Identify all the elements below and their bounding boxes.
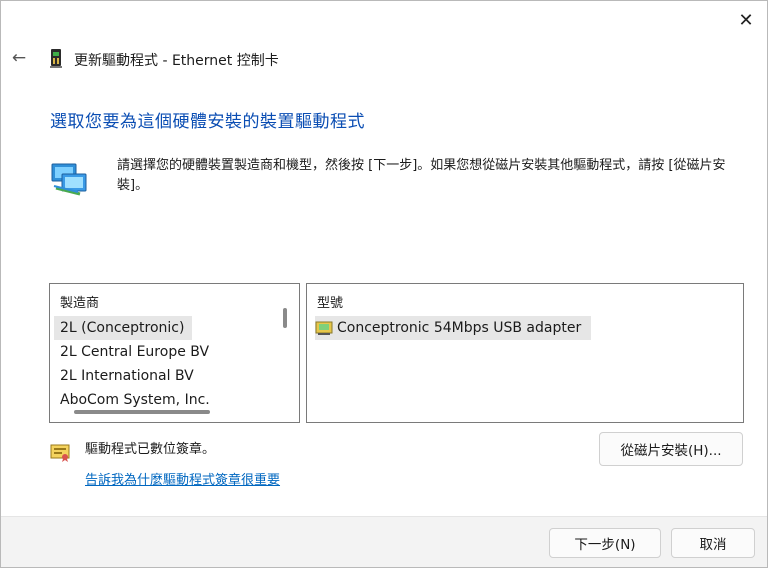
model-item[interactable]: Conceptronic 54Mbps USB adapter (315, 316, 592, 340)
vertical-scrollbar-thumb[interactable] (283, 308, 287, 328)
back-arrow-icon: ← (11, 48, 27, 68)
manufacturer-list-header: 製造商 (60, 296, 100, 311)
next-button[interactable]: 下一步(N) (549, 528, 661, 558)
update-driver-dialog: ✕ ← 更新驅動程式 - Ethernet 控制卡 選取您要為這個硬體安裝的裝置… (0, 0, 768, 568)
close-icon: ✕ (738, 9, 754, 31)
network-computers-icon (51, 163, 87, 196)
instruction-text: 請選擇您的硬體裝置製造商和機型，然後按 [下一步]。如果您想從磁片安裝其他驅動程… (117, 158, 726, 193)
page-heading: 選取您要為這個硬體安裝的裝置驅動程式 (50, 112, 365, 132)
cancel-button[interactable]: 取消 (671, 528, 755, 558)
horizontal-scrollbar-thumb[interactable] (74, 410, 210, 414)
model-list-header: 型號 (317, 296, 344, 311)
manufacturer-item[interactable]: 2L Central Europe BV (54, 340, 217, 364)
window-title: 更新驅動程式 - Ethernet 控制卡 (74, 53, 279, 69)
have-disk-button[interactable]: 從磁片安裝(H)... (599, 432, 743, 466)
model-item-label: Conceptronic 54Mbps USB adapter (337, 320, 582, 336)
manufacturer-item[interactable]: AboCom System, Inc. (54, 388, 218, 412)
back-button[interactable]: ← (7, 45, 31, 71)
certificate-icon (50, 444, 70, 462)
manufacturer-item[interactable]: 2L International BV (54, 364, 202, 388)
manufacturer-items: 2L (Conceptronic) 2L Central Europe BV 2… (54, 316, 284, 412)
dialog-footer: 下一步(N) 取消 (1, 516, 767, 567)
model-list[interactable]: 型號 Conceptronic 54Mbps USB adapter (306, 283, 744, 423)
manufacturer-list[interactable]: 製造商 2L (Conceptronic) 2L Central Europe … (49, 283, 300, 423)
close-button[interactable]: ✕ (727, 5, 765, 35)
signature-info-link[interactable]: 告訴我為什麼驅動程式簽章很重要 (85, 469, 280, 488)
network-adapter-card-icon (50, 49, 62, 68)
manufacturer-item[interactable]: 2L (Conceptronic) (54, 316, 193, 340)
driver-package-icon (315, 321, 333, 335)
signature-status: 驅動程式已數位簽章。 (85, 442, 216, 457)
